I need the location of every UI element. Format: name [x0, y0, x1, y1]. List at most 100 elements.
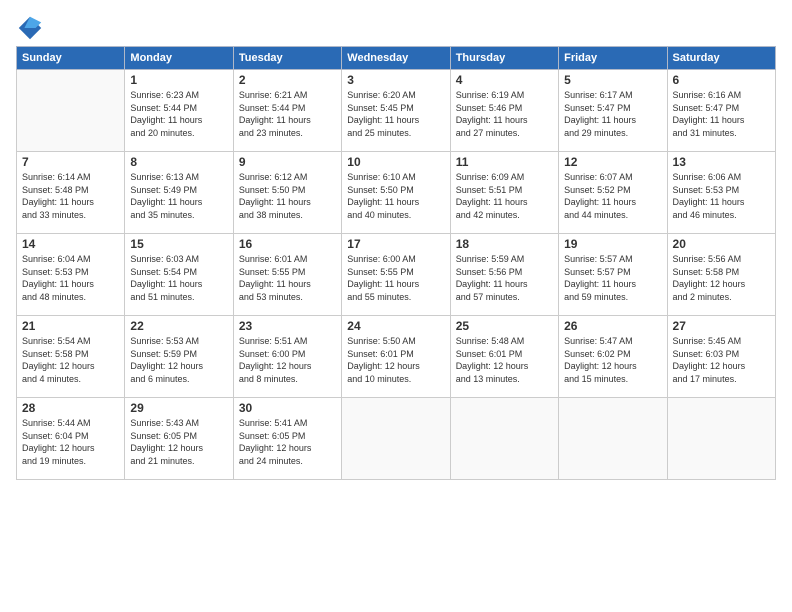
day-cell: 24 Sunrise: 5:50 AM Sunset: 6:01 PM Dayli… — [342, 316, 450, 398]
day-cell: 3 Sunrise: 6:20 AM Sunset: 5:45 PM Daylig… — [342, 70, 450, 152]
day-number: 11 — [456, 155, 553, 169]
day-number: 9 — [239, 155, 336, 169]
header-friday: Friday — [559, 47, 667, 70]
day-info: Sunrise: 5:50 AM Sunset: 6:01 PM Dayligh… — [347, 335, 444, 385]
day-cell: 12 Sunrise: 6:07 AM Sunset: 5:52 PM Dayli… — [559, 152, 667, 234]
day-info: Sunrise: 5:48 AM Sunset: 6:01 PM Dayligh… — [456, 335, 553, 385]
day-info: Sunrise: 5:53 AM Sunset: 5:59 PM Dayligh… — [130, 335, 227, 385]
day-cell: 22 Sunrise: 5:53 AM Sunset: 5:59 PM Dayli… — [125, 316, 233, 398]
day-number: 15 — [130, 237, 227, 251]
day-info: Sunrise: 6:00 AM Sunset: 5:55 PM Dayligh… — [347, 253, 444, 303]
day-number: 26 — [564, 319, 661, 333]
calendar-header-row: SundayMondayTuesdayWednesdayThursdayFrid… — [17, 47, 776, 70]
day-cell: 30 Sunrise: 5:41 AM Sunset: 6:05 PM Dayli… — [233, 398, 341, 480]
day-number: 16 — [239, 237, 336, 251]
day-cell — [342, 398, 450, 480]
day-number: 22 — [130, 319, 227, 333]
day-cell: 4Sunrise: 6:19 AM Sunset: 5:46 PM Daylig… — [450, 70, 558, 152]
day-cell: 13 Sunrise: 6:06 AM Sunset: 5:53 PM Dayli… — [667, 152, 775, 234]
day-cell: 25 Sunrise: 5:48 AM Sunset: 6:01 PM Dayli… — [450, 316, 558, 398]
day-cell: 27Sunrise: 5:45 AM Sunset: 6:03 PM Dayli… — [667, 316, 775, 398]
day-info: Sunrise: 5:56 AM Sunset: 5:58 PM Dayligh… — [673, 253, 770, 303]
day-info: Sunrise: 6:16 AM Sunset: 5:47 PM Dayligh… — [673, 89, 770, 139]
day-info: Sunrise: 6:19 AM Sunset: 5:46 PM Dayligh… — [456, 89, 553, 139]
header — [16, 10, 776, 42]
day-info: Sunrise: 5:43 AM Sunset: 6:05 PM Dayligh… — [130, 417, 227, 467]
day-info: Sunrise: 6:21 AM Sunset: 5:44 PM Dayligh… — [239, 89, 336, 139]
day-number: 3 — [347, 73, 444, 87]
day-info: Sunrise: 6:23 AM Sunset: 5:44 PM Dayligh… — [130, 89, 227, 139]
week-row-4: 28 Sunrise: 5:44 AM Sunset: 6:04 PM Dayli… — [17, 398, 776, 480]
day-cell: 16Sunrise: 6:01 AM Sunset: 5:55 PM Dayli… — [233, 234, 341, 316]
day-cell: 29 Sunrise: 5:43 AM Sunset: 6:05 PM Dayli… — [125, 398, 233, 480]
day-cell — [450, 398, 558, 480]
day-cell: 5Sunrise: 6:17 AM Sunset: 5:47 PM Daylig… — [559, 70, 667, 152]
week-row-0: 1Sunrise: 6:23 AM Sunset: 5:44 PM Daylig… — [17, 70, 776, 152]
logo — [16, 14, 48, 42]
day-number: 18 — [456, 237, 553, 251]
day-cell: 1Sunrise: 6:23 AM Sunset: 5:44 PM Daylig… — [125, 70, 233, 152]
day-cell: 8 Sunrise: 6:13 AM Sunset: 5:49 PM Daylig… — [125, 152, 233, 234]
week-row-3: 21 Sunrise: 5:54 AM Sunset: 5:58 PM Dayli… — [17, 316, 776, 398]
day-info: Sunrise: 6:09 AM Sunset: 5:51 PM Dayligh… — [456, 171, 553, 221]
day-cell: 19Sunrise: 5:57 AM Sunset: 5:57 PM Dayli… — [559, 234, 667, 316]
day-info: Sunrise: 6:10 AM Sunset: 5:50 PM Dayligh… — [347, 171, 444, 221]
day-number: 2 — [239, 73, 336, 87]
day-info: Sunrise: 6:04 AM Sunset: 5:53 PM Dayligh… — [22, 253, 119, 303]
day-number: 12 — [564, 155, 661, 169]
day-cell: 6 Sunrise: 6:16 AM Sunset: 5:47 PM Daylig… — [667, 70, 775, 152]
day-info: Sunrise: 5:41 AM Sunset: 6:05 PM Dayligh… — [239, 417, 336, 467]
day-info: Sunrise: 5:45 AM Sunset: 6:03 PM Dayligh… — [673, 335, 770, 385]
day-cell: 20Sunrise: 5:56 AM Sunset: 5:58 PM Dayli… — [667, 234, 775, 316]
day-info: Sunrise: 6:07 AM Sunset: 5:52 PM Dayligh… — [564, 171, 661, 221]
day-cell: 28 Sunrise: 5:44 AM Sunset: 6:04 PM Dayli… — [17, 398, 125, 480]
calendar: SundayMondayTuesdayWednesdayThursdayFrid… — [16, 46, 776, 480]
day-number: 10 — [347, 155, 444, 169]
day-info: Sunrise: 6:17 AM Sunset: 5:47 PM Dayligh… — [564, 89, 661, 139]
day-info: Sunrise: 5:54 AM Sunset: 5:58 PM Dayligh… — [22, 335, 119, 385]
day-info: Sunrise: 6:20 AM Sunset: 5:45 PM Dayligh… — [347, 89, 444, 139]
header-tuesday: Tuesday — [233, 47, 341, 70]
day-info: Sunrise: 6:06 AM Sunset: 5:53 PM Dayligh… — [673, 171, 770, 221]
day-cell — [559, 398, 667, 480]
day-info: Sunrise: 5:44 AM Sunset: 6:04 PM Dayligh… — [22, 417, 119, 467]
day-cell: 14 Sunrise: 6:04 AM Sunset: 5:53 PM Dayli… — [17, 234, 125, 316]
day-number: 28 — [22, 401, 119, 415]
week-row-2: 14 Sunrise: 6:04 AM Sunset: 5:53 PM Dayli… — [17, 234, 776, 316]
header-sunday: Sunday — [17, 47, 125, 70]
day-cell: 2 Sunrise: 6:21 AM Sunset: 5:44 PM Daylig… — [233, 70, 341, 152]
day-info: Sunrise: 6:12 AM Sunset: 5:50 PM Dayligh… — [239, 171, 336, 221]
day-info: Sunrise: 6:03 AM Sunset: 5:54 PM Dayligh… — [130, 253, 227, 303]
day-cell — [667, 398, 775, 480]
day-number: 29 — [130, 401, 227, 415]
day-cell: 18 Sunrise: 5:59 AM Sunset: 5:56 PM Dayli… — [450, 234, 558, 316]
day-info: Sunrise: 5:57 AM Sunset: 5:57 PM Dayligh… — [564, 253, 661, 303]
day-number: 8 — [130, 155, 227, 169]
day-number: 17 — [347, 237, 444, 251]
day-cell — [17, 70, 125, 152]
day-number: 21 — [22, 319, 119, 333]
day-info: Sunrise: 6:13 AM Sunset: 5:49 PM Dayligh… — [130, 171, 227, 221]
header-saturday: Saturday — [667, 47, 775, 70]
day-info: Sunrise: 5:59 AM Sunset: 5:56 PM Dayligh… — [456, 253, 553, 303]
day-number: 23 — [239, 319, 336, 333]
day-cell: 10 Sunrise: 6:10 AM Sunset: 5:50 PM Dayli… — [342, 152, 450, 234]
day-number: 14 — [22, 237, 119, 251]
page: SundayMondayTuesdayWednesdayThursdayFrid… — [0, 0, 792, 490]
logo-icon — [16, 14, 44, 42]
day-number: 13 — [673, 155, 770, 169]
day-cell: 15 Sunrise: 6:03 AM Sunset: 5:54 PM Dayli… — [125, 234, 233, 316]
week-row-1: 7Sunrise: 6:14 AM Sunset: 5:48 PM Daylig… — [17, 152, 776, 234]
day-info: Sunrise: 5:51 AM Sunset: 6:00 PM Dayligh… — [239, 335, 336, 385]
day-cell: 7Sunrise: 6:14 AM Sunset: 5:48 PM Daylig… — [17, 152, 125, 234]
day-cell: 21 Sunrise: 5:54 AM Sunset: 5:58 PM Dayli… — [17, 316, 125, 398]
day-number: 25 — [456, 319, 553, 333]
day-info: Sunrise: 5:47 AM Sunset: 6:02 PM Dayligh… — [564, 335, 661, 385]
day-number: 30 — [239, 401, 336, 415]
day-number: 24 — [347, 319, 444, 333]
day-cell: 23 Sunrise: 5:51 AM Sunset: 6:00 PM Dayli… — [233, 316, 341, 398]
day-cell: 17 Sunrise: 6:00 AM Sunset: 5:55 PM Dayli… — [342, 234, 450, 316]
day-cell: 26 Sunrise: 5:47 AM Sunset: 6:02 PM Dayli… — [559, 316, 667, 398]
header-thursday: Thursday — [450, 47, 558, 70]
day-number: 6 — [673, 73, 770, 87]
